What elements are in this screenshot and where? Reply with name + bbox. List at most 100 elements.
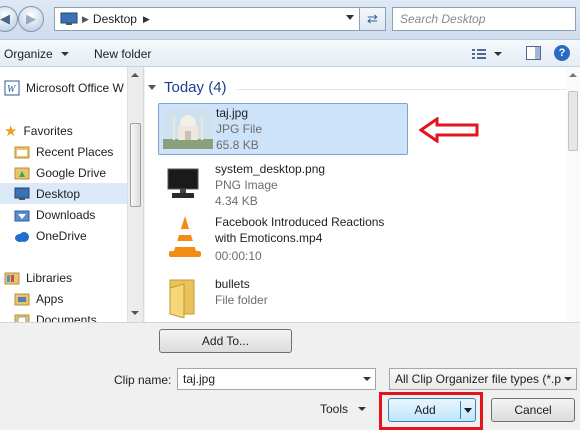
scroll-up-icon[interactable] xyxy=(569,73,577,77)
nav-scrollbar[interactable] xyxy=(127,67,143,322)
nav-item-label: Favorites xyxy=(23,123,73,138)
add-split-divider xyxy=(460,401,461,419)
forward-button[interactable]: ▶ xyxy=(18,6,44,32)
image-thumbnail xyxy=(163,109,213,149)
breadcrumb-separator-icon: ▶ xyxy=(82,13,89,24)
view-icon xyxy=(472,48,486,59)
file-list: Today (4) taj.jpg JPG File 65.8 KB syste… xyxy=(145,67,580,322)
group-header[interactable]: Today (4) xyxy=(148,79,227,96)
filetype-dropdown-icon xyxy=(564,377,572,381)
add-to-label: Add To... xyxy=(201,334,250,348)
nav-item-label: Documents xyxy=(36,312,97,323)
nav-item-apps[interactable]: Apps xyxy=(14,288,63,309)
address-bar[interactable]: ▶ Desktop ▶ xyxy=(54,7,360,31)
clip-name-dropdown-icon[interactable] xyxy=(363,377,371,381)
command-bar: Organize New folder ? xyxy=(0,40,580,67)
file-type: PNG Image xyxy=(215,178,278,192)
apps-icon xyxy=(14,293,30,305)
nav-item-desktop[interactable]: Desktop xyxy=(0,183,127,204)
google-drive-icon xyxy=(14,167,30,179)
cancel-label: Cancel xyxy=(514,403,552,417)
downloads-icon xyxy=(14,210,30,221)
back-arrow-icon: ◀ xyxy=(0,11,10,26)
scroll-down-icon[interactable] xyxy=(131,311,139,315)
tools-label: Tools xyxy=(320,402,349,416)
file-item-taj[interactable]: taj.jpg JPG File 65.8 KB xyxy=(158,103,408,155)
file-name: system_desktop.png xyxy=(215,162,326,176)
clip-name-value: taj.jpg xyxy=(183,372,216,386)
clip-name-field[interactable]: taj.jpg xyxy=(177,368,376,390)
nav-item-label: Google Drive xyxy=(36,165,107,180)
organize-dropdown-icon xyxy=(61,52,70,56)
clip-name-label: Clip name: xyxy=(114,373,172,387)
help-button[interactable]: ? xyxy=(554,45,570,61)
file-type: JPG File xyxy=(216,122,263,136)
file-duration: 00:00:10 xyxy=(215,249,262,263)
view-options-button[interactable] xyxy=(472,45,502,62)
add-label: Add xyxy=(414,403,436,417)
file-list-scrollbar[interactable] xyxy=(566,67,580,322)
filetype-value: All Clip Organizer file types (*.p xyxy=(395,372,562,386)
file-name: bullets xyxy=(215,277,250,291)
tools-dropdown-icon xyxy=(358,407,367,411)
file-name: taj.jpg xyxy=(216,106,249,120)
address-toolbar: ◀ ▶ ▶ Desktop ▶ ⇄ Search Desktop xyxy=(0,0,580,40)
file-item-system-desktop[interactable]: system_desktop.png PNG Image 4.34 KB xyxy=(158,160,408,208)
nav-item-onedrive[interactable]: OneDrive xyxy=(14,225,87,246)
nav-item-documents[interactable]: Documents xyxy=(14,309,97,322)
group-header-label: Today (4) xyxy=(164,79,227,96)
file-type: File folder xyxy=(215,293,268,307)
forward-arrow-icon: ▶ xyxy=(26,11,36,26)
word-icon: W xyxy=(4,80,20,95)
organize-button[interactable]: Organize xyxy=(4,47,70,61)
organize-label: Organize xyxy=(4,47,53,61)
nav-item-favorites[interactable]: ★ Favorites xyxy=(4,120,73,141)
group-collapse-icon[interactable] xyxy=(148,85,156,90)
file-item-bullets[interactable]: bullets File folder xyxy=(158,275,408,321)
file-scroll-thumb[interactable] xyxy=(568,91,578,151)
search-input[interactable]: Search Desktop xyxy=(392,7,576,31)
recent-places-icon xyxy=(14,146,30,158)
nav-item-microsoft-office[interactable]: W Microsoft Office W xyxy=(4,77,124,98)
refresh-icon: ⇄ xyxy=(367,11,378,26)
tools-menu[interactable]: Tools xyxy=(320,402,367,416)
add-button[interactable]: Add xyxy=(388,398,476,422)
navigation-pane: W Microsoft Office W ★ Favorites Recent … xyxy=(0,67,144,322)
documents-icon xyxy=(14,314,30,322)
file-item-facebook-video[interactable]: Facebook Introduced Reactions with Emoti… xyxy=(158,213,408,265)
nav-item-libraries[interactable]: Libraries xyxy=(4,267,72,288)
nav-item-recent-places[interactable]: Recent Places xyxy=(14,141,113,162)
nav-item-downloads[interactable]: Downloads xyxy=(14,204,95,225)
back-button[interactable]: ◀ xyxy=(0,6,18,32)
computer-icon xyxy=(167,168,199,198)
file-name-line2: with Emoticons.mp4 xyxy=(215,231,323,245)
nav-item-label: Apps xyxy=(36,291,64,306)
add-to-button[interactable]: Add To... xyxy=(159,329,292,353)
file-name: Facebook Introduced Reactions xyxy=(215,215,385,229)
star-icon: ★ xyxy=(4,122,18,140)
nav-item-label: OneDrive xyxy=(36,228,87,243)
desktop-small-icon xyxy=(60,12,78,25)
breadcrumb-chevron-icon[interactable]: ▶ xyxy=(143,14,150,25)
preview-pane-button[interactable] xyxy=(526,46,541,63)
group-header-line xyxy=(237,89,567,90)
cancel-button[interactable]: Cancel xyxy=(491,398,575,422)
file-size: 4.34 KB xyxy=(215,194,258,208)
vlc-cone-icon xyxy=(169,216,201,257)
file-size: 65.8 KB xyxy=(216,138,259,152)
add-dropdown-icon[interactable] xyxy=(464,408,472,413)
nav-item-google-drive[interactable]: Google Drive xyxy=(14,162,106,183)
search-placeholder: Search Desktop xyxy=(400,12,486,26)
cloud-icon xyxy=(15,231,29,242)
new-folder-button[interactable]: New folder xyxy=(94,47,151,61)
refresh-button[interactable]: ⇄ xyxy=(360,7,386,31)
nav-item-label: Recent Places xyxy=(36,144,114,159)
nav-scroll-thumb[interactable] xyxy=(130,123,141,207)
libraries-icon xyxy=(4,272,20,284)
address-dropdown-icon[interactable] xyxy=(346,15,354,20)
scroll-up-icon[interactable] xyxy=(131,73,139,77)
view-dropdown-icon xyxy=(494,51,502,56)
filetype-select[interactable]: All Clip Organizer file types (*.p xyxy=(389,368,577,390)
red-arrow-annotation-icon xyxy=(419,117,479,143)
breadcrumb-desktop[interactable]: Desktop xyxy=(93,12,137,26)
